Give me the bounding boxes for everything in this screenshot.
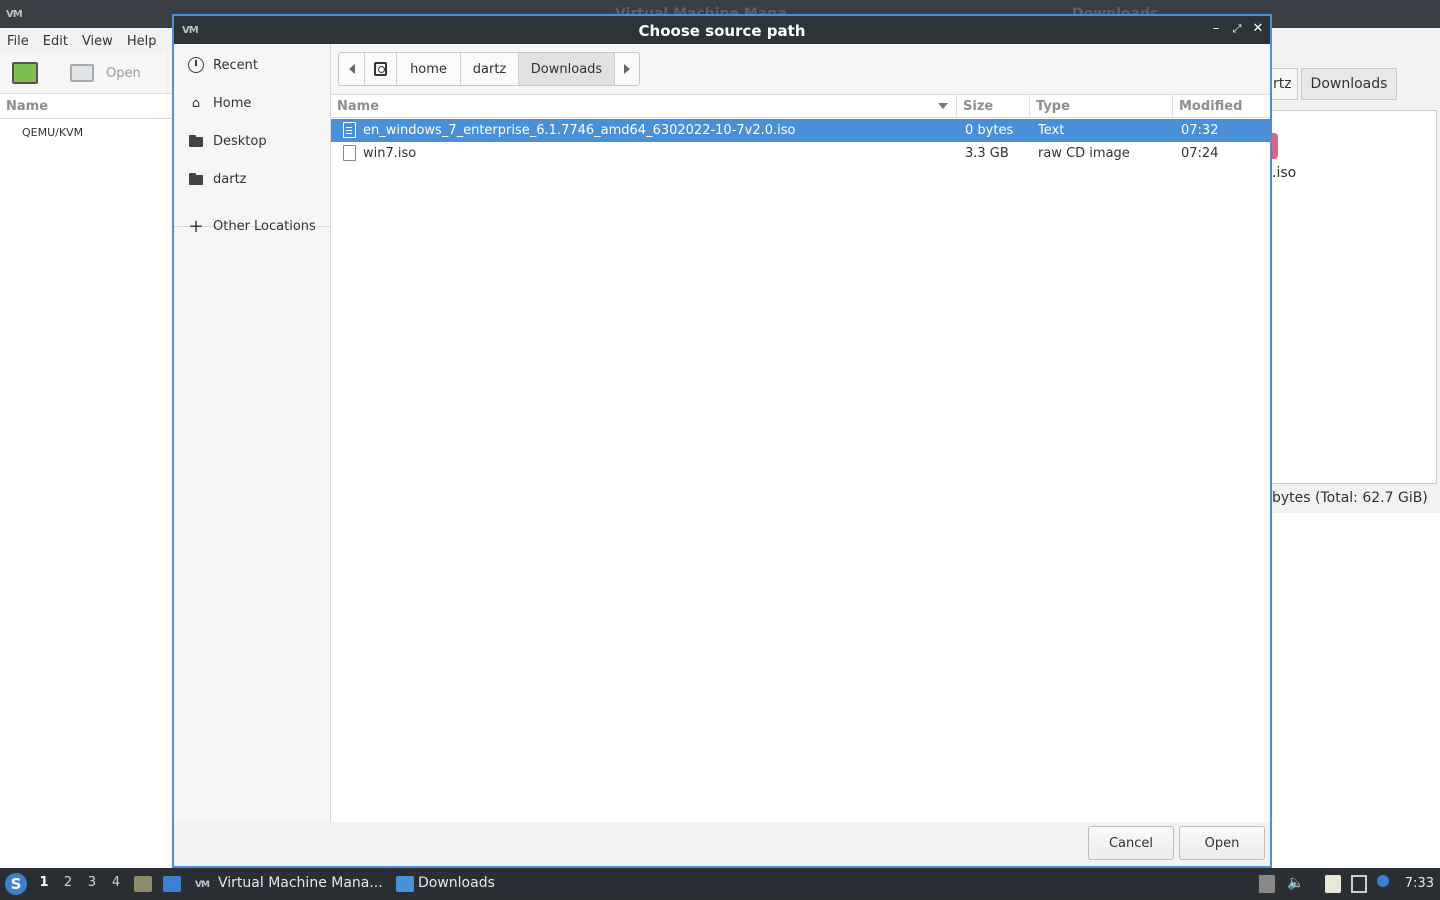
plus-icon: + — [188, 215, 204, 237]
menu-edit[interactable]: Edit — [36, 34, 75, 49]
file-modified: 07:24 — [1181, 146, 1219, 161]
file-name: en_windows_7_enterprise_6.1.7746_amd64_6… — [363, 123, 796, 138]
close-icon[interactable]: ✕ — [1250, 21, 1266, 37]
file-list: Name Size Type Modified en_windows_7_ent… — [331, 94, 1270, 822]
sidebar-item-label: Recent — [213, 57, 258, 73]
sidebar-item-home[interactable]: ⌂ Home — [174, 86, 330, 120]
vmm-column-name[interactable]: Name — [0, 94, 172, 119]
path-segment-home[interactable]: home — [397, 53, 461, 85]
workspace-3[interactable]: 3 — [85, 875, 99, 890]
fm-status-bar: bytes (Total: 62.7 GiB) — [1272, 490, 1428, 506]
menu-file[interactable]: File — [0, 34, 36, 49]
file-icon — [343, 145, 356, 161]
start-menu-button[interactable]: S — [5, 873, 27, 895]
clock[interactable]: 7:33 — [1405, 876, 1434, 891]
file-list-header: Name Size Type Modified — [331, 95, 1270, 118]
column-header-name[interactable]: Name — [331, 95, 957, 118]
path-back-button[interactable] — [339, 53, 365, 85]
filemanager-window: rtz Downloads .iso bytes (Total: 62.7 Gi… — [1270, 28, 1440, 513]
column-header-label: Name — [337, 99, 380, 114]
clock-icon — [188, 57, 204, 73]
sidebar-item-other-locations[interactable]: + Other Locations — [174, 209, 330, 243]
dialog-title: Choose source path — [638, 22, 806, 40]
dialog-button-bar: Cancel Open — [174, 822, 1270, 866]
sort-down-icon — [938, 103, 948, 109]
open-button[interactable]: Open — [1179, 826, 1265, 860]
folder-icon — [188, 133, 204, 149]
path-root-button[interactable] — [365, 53, 397, 85]
vmm-task-icon: VM — [195, 880, 210, 890]
notification-icon[interactable] — [1377, 875, 1389, 887]
vmm-toolbar: Open — [0, 54, 172, 94]
chevron-right-icon — [624, 64, 630, 74]
file-modified: 07:32 — [1181, 123, 1219, 138]
choose-source-dialog: VM Choose source path – ⤢ ✕ Recent ⌂ Hom… — [172, 14, 1272, 868]
path-bar: home dartz Downloads — [338, 52, 640, 86]
file-manager-launcher-icon[interactable] — [134, 876, 152, 892]
new-vm-icon[interactable] — [12, 62, 38, 84]
file-type: raw CD image — [1038, 146, 1130, 161]
file-size: 3.3 GB — [965, 146, 1009, 161]
file-type: Text — [1038, 123, 1065, 138]
column-header-modified[interactable]: Modified — [1173, 95, 1270, 118]
sidebar-item-recent[interactable]: Recent — [174, 48, 330, 82]
maximize-icon[interactable]: ⤢ — [1229, 21, 1245, 37]
file-size: 0 bytes — [965, 123, 1014, 138]
fm-file-label[interactable]: .iso — [1272, 165, 1296, 181]
cancel-button[interactable]: Cancel — [1088, 826, 1174, 860]
file-row[interactable]: en_windows_7_enterprise_6.1.7746_amd64_6… — [331, 119, 1270, 142]
places-sidebar: Recent ⌂ Home Desktop dartz + Other Loca… — [174, 44, 331, 822]
open-vm-icon[interactable] — [70, 64, 94, 82]
menu-view[interactable]: View — [75, 34, 120, 49]
vmm-logo-icon: VM — [6, 9, 23, 20]
path-forward-button[interactable] — [615, 53, 639, 85]
file-row[interactable]: win7.iso 3.3 GB raw CD image 07:24 — [331, 142, 1270, 165]
fm-crumb-downloads[interactable]: Downloads — [1301, 68, 1397, 100]
chevron-left-icon — [348, 64, 355, 74]
sidebar-item-label: Other Locations — [213, 218, 316, 234]
minimize-icon[interactable]: – — [1208, 21, 1224, 37]
taskbar: S 1 2 3 4 VM Virtual Machine Mana... Dow… — [0, 868, 1440, 900]
file-name: win7.iso — [363, 146, 417, 161]
open-vm-label[interactable]: Open — [106, 66, 141, 81]
sidebar-item-dartz[interactable]: dartz — [174, 162, 330, 196]
task-downloads[interactable]: Downloads — [418, 875, 495, 891]
folder-icon — [188, 171, 204, 187]
path-segment-dartz[interactable]: dartz — [461, 53, 519, 85]
workspace-1[interactable]: 1 — [37, 875, 51, 890]
sidebar-item-label: Desktop — [213, 133, 267, 149]
column-header-type[interactable]: Type — [1030, 95, 1173, 118]
volume-icon[interactable]: 🔈 — [1287, 875, 1304, 893]
tray-updates-icon[interactable] — [1259, 875, 1275, 893]
menu-help[interactable]: Help — [120, 34, 164, 49]
fm-crumb-user[interactable]: rtz — [1270, 68, 1298, 100]
folder-task-icon — [396, 876, 414, 892]
sidebar-item-label: Home — [213, 95, 252, 111]
network-icon[interactable] — [1351, 875, 1367, 893]
text-file-icon — [343, 122, 356, 138]
home-icon: ⌂ — [191, 95, 201, 111]
drive-icon — [374, 62, 387, 76]
column-header-size[interactable]: Size — [957, 95, 1030, 118]
dialog-titlebar: VM Choose source path – ⤢ ✕ — [174, 16, 1270, 44]
task-vmm[interactable]: Virtual Machine Mana... — [218, 875, 383, 891]
clipboard-icon[interactable] — [1325, 875, 1341, 893]
workspace-4[interactable]: 4 — [109, 875, 123, 890]
sidebar-item-desktop[interactable]: Desktop — [174, 124, 330, 158]
sidebar-item-label: dartz — [213, 171, 247, 187]
fm-content-area: .iso — [1270, 110, 1437, 484]
vmm-menubar: File Edit View Help — [0, 28, 172, 54]
workspace-2[interactable]: 2 — [61, 875, 75, 890]
path-segment-downloads[interactable]: Downloads — [519, 53, 615, 85]
vmm-connection-item[interactable]: QEMU/KVM — [22, 126, 83, 139]
desktop-launcher-icon[interactable] — [163, 876, 181, 892]
